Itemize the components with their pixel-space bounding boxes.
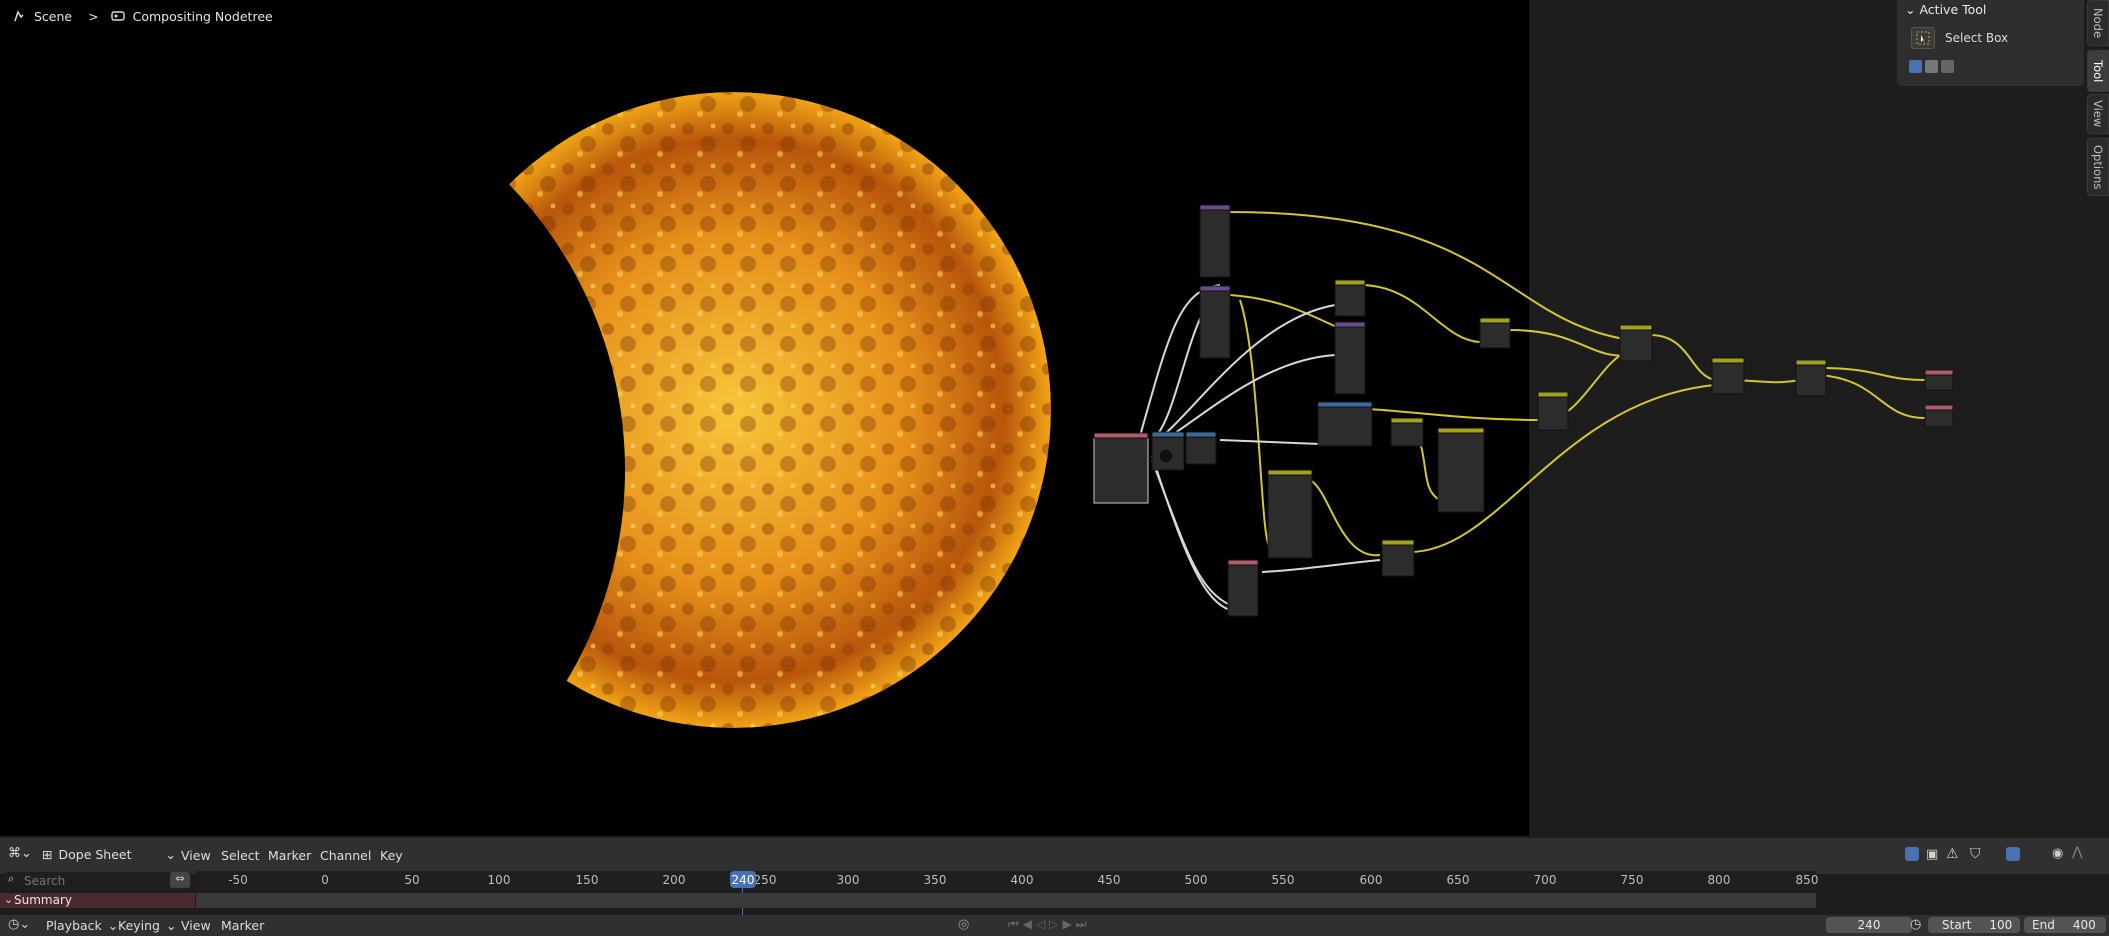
snap-icon[interactable]	[2006, 847, 2020, 861]
node-graph	[1093, 204, 1954, 617]
active-tool-header[interactable]: ⌄ Active Tool	[1905, 2, 1986, 17]
ruler-tick: 800	[1707, 873, 1731, 887]
sidebar-tabs: Node Tool View Options	[2087, 0, 2109, 200]
mode-subtract-icon[interactable]	[1941, 60, 1954, 73]
record-icon[interactable]: ◎	[958, 917, 969, 932]
channel-search[interactable]: ⌕	[4, 872, 192, 889]
ruler-tick: 0	[321, 873, 329, 887]
clock-icon[interactable]: ◷⌄	[8, 917, 30, 932]
menu-key[interactable]: Key	[380, 848, 403, 863]
active-tool-panel: ⌄ Active Tool Select Box	[1897, 0, 2084, 86]
search-input[interactable]	[22, 872, 176, 889]
ruler-tick: -50	[228, 873, 248, 887]
summary-track	[196, 893, 1816, 908]
keying-menu[interactable]: Keying ⌄	[118, 918, 176, 933]
search-icon: ⌕	[8, 872, 15, 885]
playback-label: Playback	[46, 918, 102, 933]
mode-new-icon[interactable]	[1909, 60, 1922, 73]
filter-icon[interactable]: ⛉	[1970, 846, 1981, 862]
menu-select[interactable]: Select	[221, 848, 260, 863]
chevron-down-icon: ⌄	[1905, 2, 1916, 17]
breadcrumb-separator: >	[88, 8, 99, 24]
chevron-down-icon: ⌄	[166, 918, 177, 933]
swap-icon[interactable]: ⇔	[170, 872, 190, 888]
keying-label: Keying	[118, 918, 160, 933]
tab-tool[interactable]: Tool	[2087, 50, 2109, 92]
summary-channel[interactable]: ⌄ Summary	[0, 893, 195, 908]
proportional-icon[interactable]: ◉	[2052, 846, 2063, 861]
tool-name: Select Box	[1945, 31, 2009, 45]
start-frame-field[interactable]: Start 100	[1928, 917, 2020, 933]
start-value: 100	[1989, 918, 2013, 932]
current-frame-field[interactable]: 240	[1826, 917, 1912, 933]
editor-mode-dropdown[interactable]: ⊞ Dope Sheet ⌄	[42, 847, 176, 862]
transport-controls[interactable]: ⏮◀◁▷▶⏭	[1008, 917, 1091, 932]
tab-view[interactable]: View	[2087, 94, 2109, 134]
ruler-tick: 150	[575, 873, 599, 887]
playback-bar: ◷⌄ Playback ⌄ Keying ⌄ View Marker ◎ ⏮◀◁▷▶…	[0, 915, 2109, 936]
ruler-tick: 750	[1620, 873, 1644, 887]
select-box-icon[interactable]	[1911, 27, 1935, 49]
start-label: Start	[1942, 918, 1972, 932]
ruler-tick: 400	[1010, 873, 1034, 887]
chevron-down-icon: ⌄	[107, 918, 119, 933]
breadcrumb-nodetree[interactable]: Compositing Nodetree	[133, 9, 273, 24]
menu-view[interactable]: View	[181, 848, 211, 863]
menu-marker[interactable]: Marker	[268, 848, 311, 863]
editor-mode-label: Dope Sheet	[58, 847, 132, 862]
ruler-tick: 100	[487, 873, 511, 887]
ruler-tick: 200	[662, 873, 686, 887]
compositor-node-editor[interactable]: Scene > Compositing Nodetree ⌄ Active To…	[0, 0, 2109, 836]
box-select-icon[interactable]: ▣	[1926, 847, 1938, 862]
chevron-down-icon: ⌄	[4, 893, 14, 906]
ruler-tick: 50	[404, 873, 420, 887]
ruler-tick: 350	[923, 873, 947, 887]
ruler-tick: 250	[753, 873, 777, 887]
selection-mode-group	[1909, 60, 1957, 73]
breadcrumb-scene[interactable]: Scene	[34, 9, 72, 24]
menu-view-bottom[interactable]: View	[181, 918, 211, 933]
ruler-tick: 600	[1359, 873, 1383, 887]
ruler-tick: 650	[1446, 873, 1470, 887]
chevron-down-icon: ⌄	[165, 847, 176, 862]
select-tool-icon[interactable]	[1905, 847, 1919, 861]
node-tree-icon	[110, 9, 125, 23]
menu-marker-bottom[interactable]: Marker	[221, 918, 264, 933]
tab-options[interactable]: Options	[2087, 138, 2109, 196]
warning-icon[interactable]: ⚠	[1946, 846, 1959, 862]
current-frame-indicator[interactable]: 240	[730, 871, 756, 888]
graph-icon[interactable]: ⋀	[2072, 845, 2083, 860]
ruler-tick: 550	[1271, 873, 1295, 887]
ruler-tick: 450	[1097, 873, 1121, 887]
menu-channel[interactable]: Channel	[320, 848, 371, 863]
summary-label: Summary	[14, 893, 72, 907]
preview-range-icon[interactable]: ◷	[1910, 917, 1921, 932]
mode-extend-icon[interactable]	[1925, 60, 1938, 73]
playback-menu[interactable]: Playback ⌄	[46, 918, 118, 933]
frame-ruler[interactable]: -50 0 50 100 150 200 250 300 350 400 450…	[196, 871, 1819, 891]
scene-icon	[12, 9, 26, 23]
end-label: End	[2032, 918, 2055, 932]
end-value: 400	[2072, 918, 2096, 932]
nodes	[1093, 204, 1954, 617]
breadcrumb: Scene > Compositing Nodetree	[12, 6, 273, 26]
dope-sheet-icon: ⊞	[42, 847, 53, 862]
ruler-tick: 300	[836, 873, 860, 887]
active-tool-title: Active Tool	[1919, 2, 1987, 17]
dope-sheet-header: ⌘⌄ ⊞ Dope Sheet ⌄ View Select Marker Cha…	[0, 838, 2109, 874]
editor-type-icon[interactable]: ⌘⌄	[8, 846, 32, 861]
tab-node[interactable]: Node	[2087, 0, 2109, 46]
ruler-tick: 500	[1184, 873, 1208, 887]
ruler-tick: 700	[1533, 873, 1557, 887]
end-frame-field[interactable]: End 400	[2024, 917, 2106, 933]
ruler-tick: 850	[1795, 873, 1819, 887]
